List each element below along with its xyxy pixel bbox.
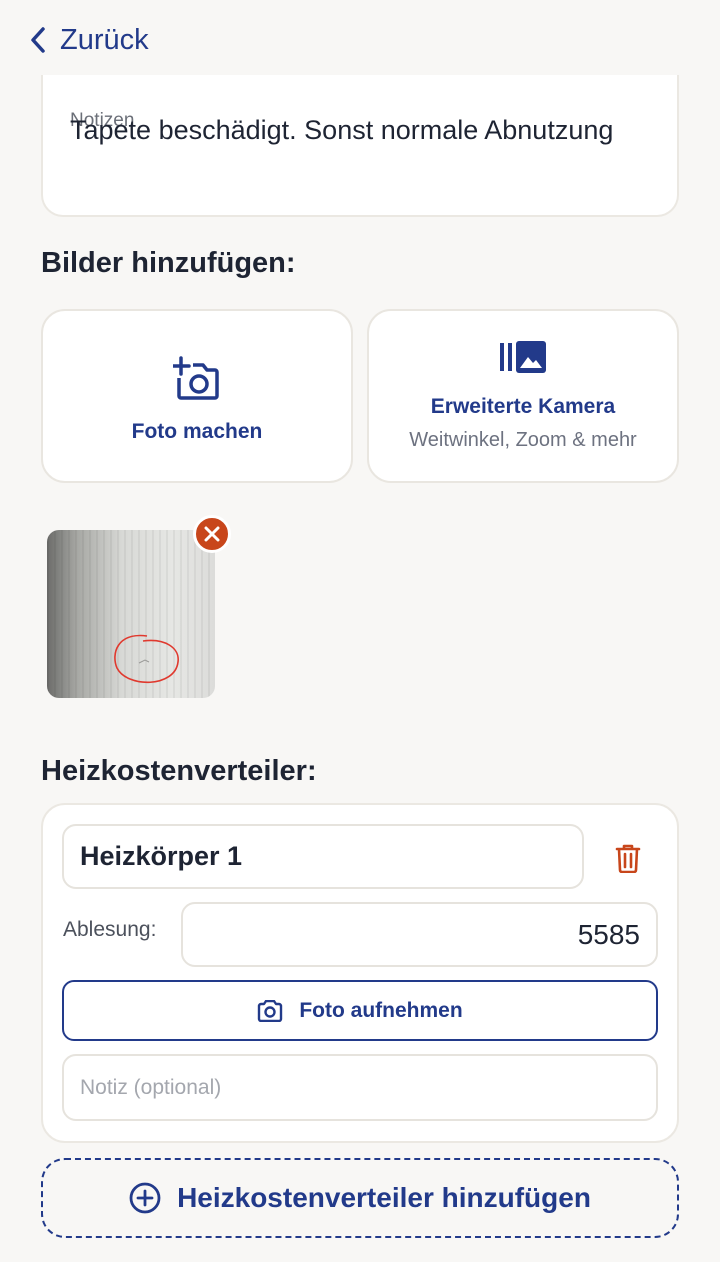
take-reading-photo-button[interactable]: Foto aufnehmen [62,980,658,1041]
add-hkv-button[interactable]: Heizkostenverteiler hinzufügen [41,1158,679,1238]
circle-annotation [114,634,179,684]
take-photo-button[interactable]: Foto machen [41,309,353,483]
close-icon [204,526,220,542]
hkv-section-title: Heizkostenverteiler: [41,755,317,787]
back-label: Zurück [60,23,149,56]
reading-label: Ablesung: [63,918,157,941]
gallery-icon [500,340,546,373]
delete-radiator-button[interactable] [608,838,648,878]
advanced-camera-label: Erweiterte Kamera [430,394,616,418]
take-photo-label: Foto machen [131,420,263,443]
radiator-name-input[interactable]: Heizkörper 1 [62,824,584,889]
trash-icon [615,844,641,873]
notes-text[interactable]: Tapete beschädigt. Sonst normale Abnutzu… [70,110,630,150]
images-section-title: Bilder hinzufügen: [41,247,296,279]
note-input[interactable]: Notiz (optional) [62,1054,658,1121]
reading-input[interactable]: 5585 [181,902,658,967]
chevron-left-icon [31,27,45,53]
advanced-camera-sub: Weitwinkel, Zoom & mehr [409,428,637,451]
remove-photo-button[interactable] [193,515,231,553]
back-button[interactable]: Zurück [30,20,149,60]
photo-thumbnail[interactable] [47,530,215,698]
advanced-camera-button[interactable]: Erweiterte Kamera Weitwinkel, Zoom & meh… [367,309,679,483]
take-reading-photo-label: Foto aufnehmen [299,998,463,1022]
add-hkv-label: Heizkostenverteiler hinzufügen [177,1182,591,1213]
camera-icon [258,999,283,1022]
camera-plus-icon [173,356,219,400]
plus-circle-icon [129,1182,161,1214]
